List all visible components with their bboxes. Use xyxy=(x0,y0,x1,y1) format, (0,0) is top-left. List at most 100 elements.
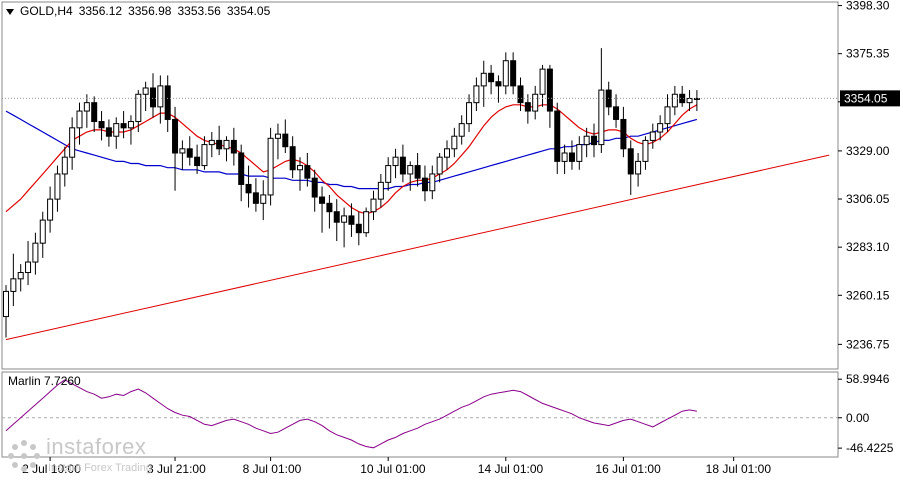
bear-candle-body xyxy=(627,148,634,175)
bull-candle-body xyxy=(539,68,546,95)
bear-candle-body xyxy=(488,72,495,83)
bull-candle-body xyxy=(458,123,465,137)
bear-candle-body xyxy=(120,123,127,129)
bull-candle-body xyxy=(502,60,509,87)
logo-tagline: Instant Forex Trading xyxy=(48,462,152,474)
bear-candle-body xyxy=(230,139,237,154)
current-price-label: 3354.05 xyxy=(844,91,888,105)
price-tick-label: 3236.75 xyxy=(846,337,890,351)
indicator-axis: 58.9946 0.00 -46.4225 xyxy=(838,372,894,455)
bull-candle-body xyxy=(392,156,399,167)
time-tick-label: 18 Jul 01:00 xyxy=(706,462,772,476)
price-tick-label: 3306.05 xyxy=(846,192,890,206)
bear-candle-body xyxy=(591,135,597,146)
time-tick-label: 8 Jul 01:00 xyxy=(243,462,302,476)
bull-candle-body xyxy=(429,173,436,192)
price-tick-label: 3375.35 xyxy=(846,47,890,61)
indicator-tick-label: -46.4225 xyxy=(846,441,894,455)
bear-candle-body xyxy=(304,165,311,179)
bull-candle-body xyxy=(3,290,9,318)
bull-candle-body xyxy=(686,97,693,104)
indicator-label: Marlin 7.7260 xyxy=(8,374,81,388)
bear-candle-body xyxy=(355,223,362,234)
time-tick-label: 10 Jul 01:00 xyxy=(360,462,426,476)
bull-candle-body xyxy=(223,139,230,150)
bull-candle-body xyxy=(10,278,17,292)
bear-candle-body xyxy=(510,60,517,87)
bear-candle-body xyxy=(319,196,326,204)
symbol-label: GOLD,H4 xyxy=(20,4,73,18)
bear-candle-body xyxy=(150,87,156,108)
bear-candle-body xyxy=(414,165,421,179)
bull-candle-body xyxy=(61,156,68,175)
bull-candle-body xyxy=(407,165,414,175)
bull-candle-body xyxy=(179,148,186,154)
bull-candle-body xyxy=(83,102,90,112)
chart-canvas[interactable]: 3398.303375.353352.403329.003306.053283.… xyxy=(0,0,903,481)
bull-candle-body xyxy=(127,121,134,129)
bull-candle-body xyxy=(69,127,76,158)
current-price-badge: 3354.05 xyxy=(840,90,900,107)
bear-candle-body xyxy=(421,177,428,192)
bull-candle-body xyxy=(436,156,443,175)
bear-candle-body xyxy=(546,68,553,112)
bull-candle-body xyxy=(532,93,539,112)
instaforex-logo: instaforex Instant Forex Trading xyxy=(2,434,182,480)
bull-candle-body xyxy=(76,110,83,129)
low-value: 3353.56 xyxy=(177,4,221,18)
bull-candle-body xyxy=(466,102,473,125)
bull-candle-body xyxy=(113,123,120,137)
bear-candle-body xyxy=(252,192,259,204)
bull-candle-body xyxy=(671,93,678,108)
bear-candle-body xyxy=(91,102,98,123)
bull-candle-body xyxy=(635,160,642,175)
bull-candle-body xyxy=(664,106,671,125)
bear-candle-body xyxy=(289,146,296,171)
bear-candle-body xyxy=(186,148,193,158)
bull-candle-body xyxy=(142,87,149,95)
indicator-tick-label: 58.9946 xyxy=(846,372,890,386)
bull-candle-body xyxy=(54,173,61,200)
bull-candle-body xyxy=(39,219,46,244)
bear-candle-body xyxy=(333,211,340,223)
bull-candle-body xyxy=(385,165,392,183)
bear-candle-body xyxy=(568,152,575,162)
bull-candle-body xyxy=(649,131,656,141)
candle xyxy=(267,127,274,206)
bull-candle-body xyxy=(47,198,54,221)
bear-candle-body xyxy=(554,110,561,162)
bull-candle-body xyxy=(561,152,568,162)
bear-candle-body xyxy=(517,85,524,104)
bull-candle-body xyxy=(208,139,215,146)
collapse-triangle-icon[interactable] xyxy=(6,8,14,15)
bull-candle-body xyxy=(642,139,649,162)
indicator-tick-label: 0.00 xyxy=(846,411,870,425)
bull-candle-body xyxy=(444,148,450,158)
bear-candle-body xyxy=(311,177,318,198)
bear-candle-body xyxy=(216,139,223,150)
bull-candle-body xyxy=(473,85,480,104)
bull-candle-body xyxy=(274,133,281,139)
time-tick-label: 14 Jul 01:00 xyxy=(478,462,544,476)
bear-candle-body xyxy=(495,81,502,87)
bear-candle-body xyxy=(172,118,179,154)
bear-candle-body xyxy=(238,152,245,185)
bull-candle-body xyxy=(657,123,664,133)
price-tick-label: 3329.00 xyxy=(846,144,890,158)
bear-candle-body xyxy=(524,102,531,112)
bear-candle-body xyxy=(164,85,171,120)
bear-candle-body xyxy=(326,202,333,213)
bear-candle-body xyxy=(399,156,406,175)
bull-candle-body xyxy=(480,72,487,87)
bear-candle-body xyxy=(282,133,289,148)
bear-candle-body xyxy=(245,183,252,194)
bull-candle-body xyxy=(157,85,164,108)
time-tick-label: 16 Jul 01:00 xyxy=(595,462,661,476)
bull-candle-body xyxy=(341,215,348,223)
bull-candle-body xyxy=(377,181,384,200)
bull-candle-body xyxy=(363,211,370,234)
bull-candle-body xyxy=(201,144,208,167)
logo-icon xyxy=(8,440,40,472)
bear-candle-body xyxy=(613,106,620,120)
close-value: 3354.05 xyxy=(226,4,271,18)
